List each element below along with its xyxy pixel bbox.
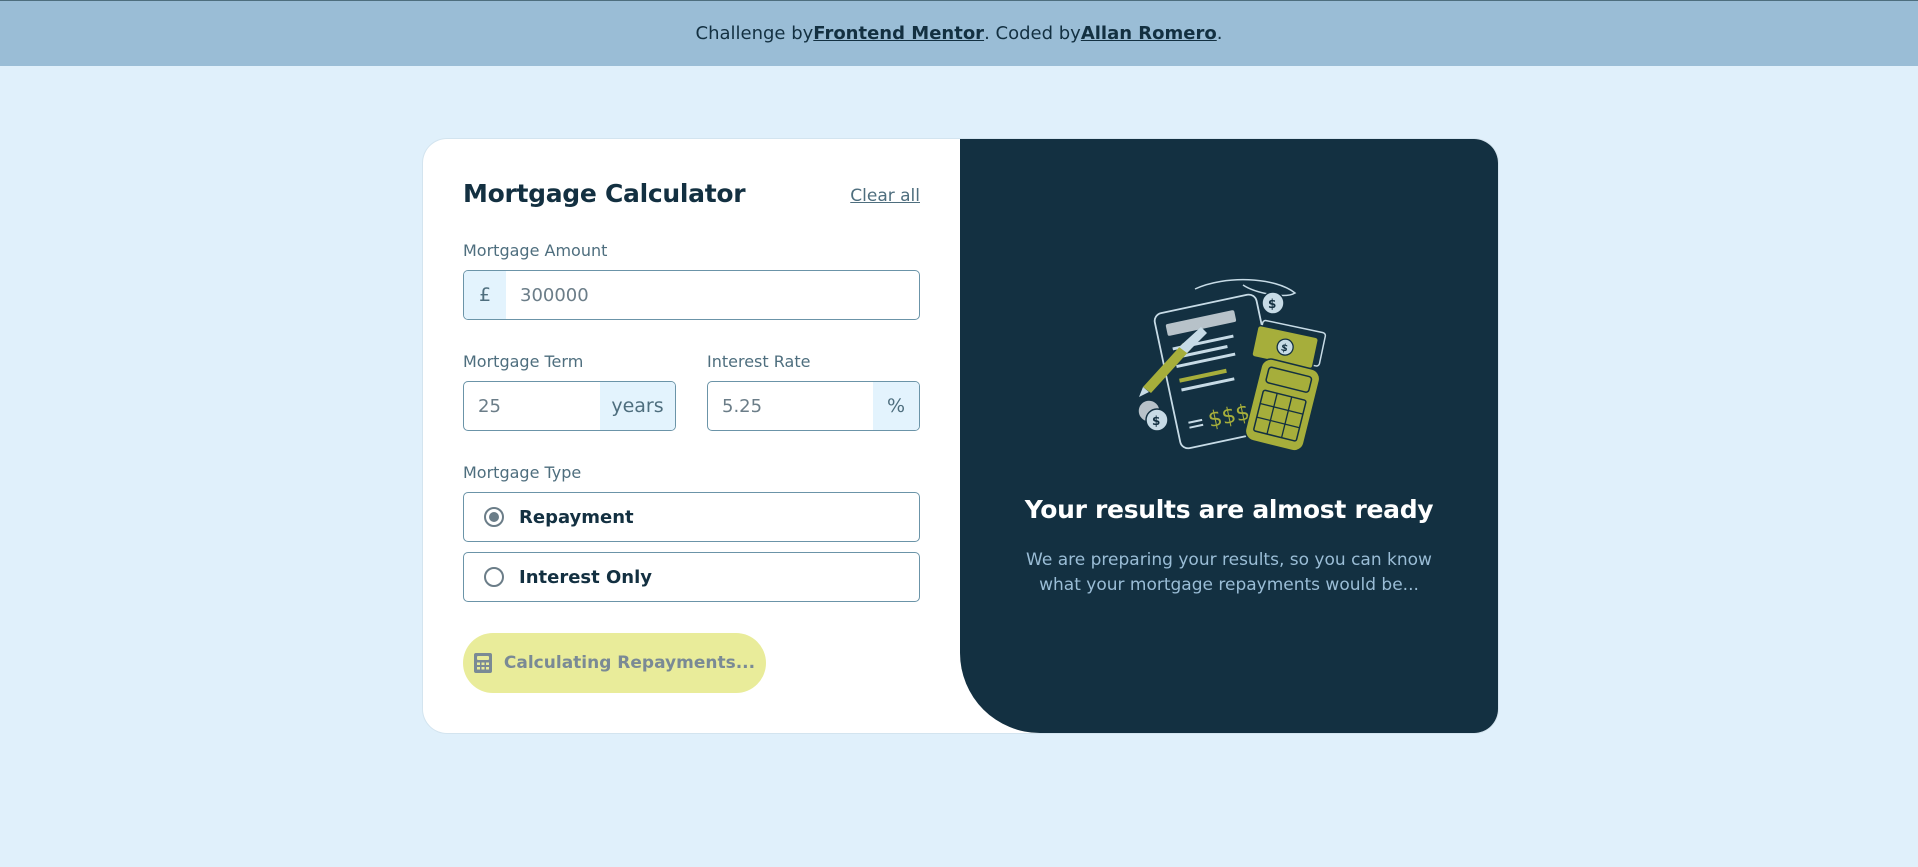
mortgage-type-label: Mortgage Type: [463, 463, 582, 482]
results-panel: $$$ $ $ $ Your results are almost ready …: [960, 139, 1498, 733]
empty-results-illustration: $$$ $ $ $: [1137, 278, 1327, 452]
frontend-mentor-link[interactable]: Frontend Mentor: [813, 23, 984, 44]
radio-repayment[interactable]: Repayment: [463, 492, 920, 542]
radio-interest-only-label: Interest Only: [519, 566, 653, 588]
form-panel: Mortgage Calculator Clear all Mortgage A…: [423, 139, 960, 733]
svg-text:$: $: [1152, 414, 1160, 428]
results-description: We are preparing your results, so you ca…: [1026, 550, 1432, 595]
calculate-repayments-button[interactable]: Calculating Repayments...: [463, 633, 766, 693]
percent-suffix: %: [873, 382, 919, 430]
interest-rate-field: %: [707, 381, 920, 431]
attribution-suffix: .: [1216, 23, 1223, 44]
calculate-button-label: Calculating Repayments...: [503, 653, 756, 673]
radio-checked-icon: [484, 507, 504, 527]
clear-all-link[interactable]: Clear all: [850, 186, 920, 206]
currency-prefix: £: [464, 271, 506, 319]
years-suffix: years: [600, 382, 675, 430]
author-link[interactable]: Allan Romero: [1081, 23, 1217, 44]
mortgage-term-label: Mortgage Term: [463, 352, 584, 371]
mortgage-amount-field: £: [463, 270, 920, 320]
mortgage-term-field: years: [463, 381, 676, 431]
interest-rate-input[interactable]: [708, 382, 873, 430]
radio-unchecked-icon: [484, 567, 504, 587]
radio-interest-only[interactable]: Interest Only: [463, 552, 920, 602]
attribution-bar: Challenge by Frontend Mentor. Coded by A…: [0, 0, 1918, 66]
svg-text:$: $: [1268, 297, 1276, 311]
calculator-card: Mortgage Calculator Clear all Mortgage A…: [423, 139, 1498, 733]
attribution-middle: . Coded by: [984, 23, 1081, 44]
page-title: Mortgage Calculator: [463, 179, 746, 208]
calculator-icon: [473, 653, 492, 673]
mortgage-term-input[interactable]: [464, 382, 600, 430]
interest-rate-label: Interest Rate: [707, 352, 811, 371]
attribution-prefix: Challenge by: [695, 23, 814, 44]
mortgage-amount-label: Mortgage Amount: [463, 241, 608, 260]
results-title: Your results are almost ready: [1024, 495, 1434, 524]
mortgage-amount-input[interactable]: [506, 271, 919, 319]
radio-repayment-label: Repayment: [519, 506, 634, 528]
